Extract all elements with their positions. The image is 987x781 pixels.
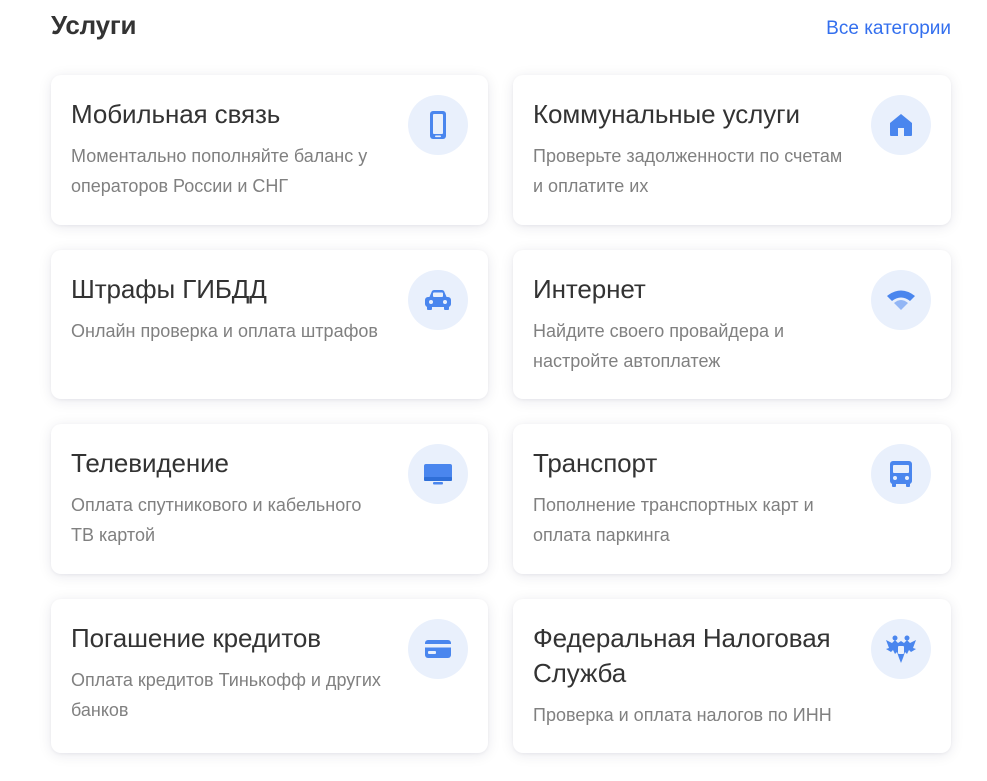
credit-card-icon [408, 619, 468, 679]
wifi-icon [871, 270, 931, 330]
card-description: Онлайн проверка и оплата штрафов [71, 321, 378, 341]
card-title: Транспорт [533, 448, 658, 478]
section-header: Услуги Все категории [51, 10, 951, 46]
tv-icon [408, 444, 468, 504]
card-description: Оплата кредитов Тинькофф и других банков [71, 670, 381, 720]
card-title: Погашение кредитов [71, 623, 321, 653]
card-title: Телевидение [71, 448, 229, 478]
page-title: Услуги [51, 10, 137, 40]
service-card-tax-service[interactable]: Федеральная Налоговая Служба Проверка и … [513, 599, 951, 753]
service-card-loan-repayment[interactable]: Погашение кредитов Оплата кредитов Тиньк… [51, 599, 488, 753]
service-card-utilities[interactable]: Коммунальные услуги Проверьте задолженно… [513, 75, 951, 225]
services-grid: Мобильная связь Моментально пополняйте б… [51, 75, 951, 753]
mobile-phone-icon [408, 95, 468, 155]
card-title: Интернет [533, 274, 646, 304]
house-icon [871, 95, 931, 155]
card-title: Федеральная Налоговая Служба [533, 623, 831, 688]
car-icon [408, 270, 468, 330]
all-categories-link[interactable]: Все категории [826, 18, 951, 40]
card-description: Проверка и оплата налогов по ИНН [533, 705, 832, 725]
eagle-emblem-icon [871, 619, 931, 679]
card-description: Найдите своего провайдера и настройте ав… [533, 321, 785, 371]
service-card-transport[interactable]: Транспорт Пополнение транспортных карт и… [513, 424, 951, 574]
bus-icon [871, 444, 931, 504]
card-title: Мобильная связь [71, 99, 281, 129]
card-description: Проверьте задолженности по счетам и опла… [533, 146, 843, 196]
card-description: Оплата спутникового и кабельного ТВ карт… [71, 495, 362, 545]
card-title: Штрафы ГИБДД [71, 274, 267, 304]
service-card-television[interactable]: Телевидение Оплата спутникового и кабель… [51, 424, 488, 574]
service-card-traffic-fines[interactable]: Штрафы ГИБДД Онлайн проверка и оплата шт… [51, 250, 488, 399]
card-description: Пополнение транспортных карт и оплата па… [533, 495, 814, 545]
service-card-internet[interactable]: Интернет Найдите своего провайдера и нас… [513, 250, 951, 399]
card-title: Коммунальные услуги [533, 99, 800, 129]
service-card-mobile[interactable]: Мобильная связь Моментально пополняйте б… [51, 75, 488, 225]
card-description: Моментально пополняйте баланс у оператор… [71, 146, 368, 196]
